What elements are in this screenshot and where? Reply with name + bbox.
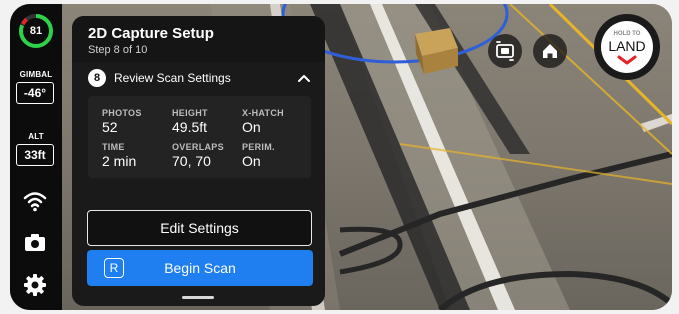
edit-settings-button[interactable]: Edit Settings: [87, 210, 312, 246]
alt-label: ALT: [28, 132, 44, 141]
gimbal-value: -46°: [16, 82, 54, 104]
wifi-icon[interactable]: [22, 188, 48, 214]
capture-setup-panel: 2D Capture Setup Step 8 of 10 8 Review S…: [72, 16, 325, 306]
land-arrow-icon: [617, 55, 637, 65]
review-section-header[interactable]: 8 Review Scan Settings: [72, 64, 325, 94]
stat-height: HEIGHT 49.5ft: [172, 108, 208, 135]
drag-handle[interactable]: [182, 296, 214, 299]
land-button-face: HOLD TO LAND: [601, 21, 653, 73]
stat-crosshatch: X-HATCH On: [242, 108, 284, 135]
stat-perimeter: PERIM. On: [242, 142, 275, 169]
stat-value: 52: [102, 119, 118, 135]
panel-title: 2D Capture Setup: [88, 25, 214, 42]
status-sidebar: 81 GIMBAL -46° ALT 33ft: [10, 4, 62, 310]
gear-icon[interactable]: [22, 272, 48, 298]
hold-to-land-button[interactable]: HOLD TO LAND: [594, 14, 660, 80]
land-label: LAND: [608, 38, 646, 54]
home-icon: [543, 44, 557, 58]
step-indicator: Step 8 of 10: [88, 44, 148, 56]
stat-value: 49.5ft: [172, 119, 208, 135]
battery-percent: 81: [29, 25, 43, 37]
stat-time: TIME 2 min: [102, 142, 136, 169]
stat-label: HEIGHT: [172, 108, 208, 118]
stat-label: OVERLAPS: [172, 142, 224, 152]
stat-label: PERIM.: [242, 142, 275, 152]
chevron-up-icon[interactable]: [297, 72, 311, 84]
return-home-button[interactable]: [533, 34, 567, 68]
stat-value: On: [242, 119, 261, 135]
camera-icon[interactable]: [22, 230, 48, 256]
begin-scan-button[interactable]: R Begin Scan: [87, 250, 313, 286]
stat-overlaps: OVERLAPS 70, 70: [172, 142, 224, 169]
switch-camera-icon: [496, 41, 514, 61]
stat-value: 70, 70: [172, 153, 211, 169]
stat-value: On: [242, 153, 261, 169]
section-title: Review Scan Settings: [114, 71, 231, 85]
gimbal-label: GIMBAL: [19, 70, 53, 79]
scan-settings-summary: PHOTOS 52 HEIGHT 49.5ft X-HATCH On TIME …: [88, 96, 311, 178]
stat-label: PHOTOS: [102, 108, 142, 118]
stat-value: 2 min: [102, 153, 137, 169]
step-number-badge: 8: [88, 69, 106, 87]
hold-to-label: HOLD TO: [613, 31, 641, 37]
stat-label: TIME: [102, 142, 125, 152]
switch-camera-button[interactable]: [488, 34, 522, 68]
stat-label: X-HATCH: [242, 108, 284, 118]
battery-indicator: 81: [18, 13, 54, 49]
panel-header: 2D Capture Setup Step 8 of 10: [72, 16, 325, 62]
begin-scan-label: Begin Scan: [164, 260, 236, 276]
stat-photos: PHOTOS 52: [102, 108, 142, 135]
alt-value: 33ft: [16, 144, 54, 166]
app-frame: 81 GIMBAL -46° ALT 33ft 2D Capture Setup…: [10, 4, 672, 310]
